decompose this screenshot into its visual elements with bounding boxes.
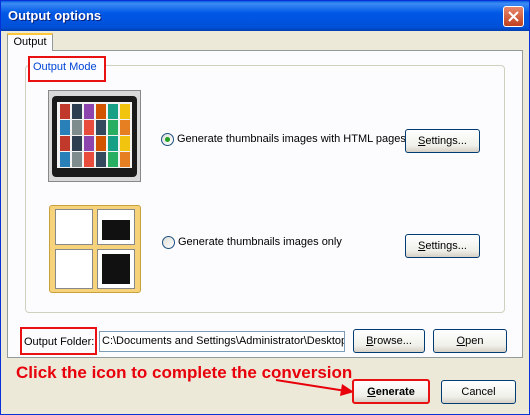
html-pages-preview-image: [48, 90, 141, 182]
book-cover: [72, 152, 82, 167]
output-mode-label: Output Mode: [28, 56, 106, 82]
book-cover: [120, 120, 130, 135]
arrow-icon: [275, 379, 354, 396]
book-cover: [120, 136, 130, 151]
book-cover: [72, 104, 82, 119]
close-icon: [508, 11, 519, 22]
book-cover: [84, 104, 94, 119]
book-cover: [108, 104, 118, 119]
book-cover: [108, 136, 118, 151]
book-cover: [60, 120, 70, 135]
browse-button[interactable]: Browse...: [353, 329, 425, 353]
book-cover: [96, 152, 106, 167]
html-pages-settings-button[interactable]: Settings...: [405, 129, 480, 153]
tab-output[interactable]: Output: [7, 33, 53, 51]
close-button[interactable]: [503, 6, 524, 27]
output-options-dialog: Output options Output Output Mode Genera…: [0, 0, 530, 415]
book-cover: [72, 136, 82, 151]
thumbnails-only-radio[interactable]: [162, 236, 175, 249]
book-cover: [96, 104, 106, 119]
book-cover: [84, 120, 94, 135]
book-cover: [60, 136, 70, 151]
title-bar[interactable]: Output options: [1, 1, 529, 31]
book-cover: [84, 136, 94, 151]
cancel-button[interactable]: Cancel: [441, 380, 516, 404]
book-cover: [96, 120, 106, 135]
book-cover: [60, 152, 70, 167]
book-cover: [60, 104, 70, 119]
book-cover: [96, 136, 106, 151]
window-title: Output options: [8, 8, 102, 23]
book-cover: [72, 120, 82, 135]
book-cover: [108, 120, 118, 135]
book-cover: [84, 152, 94, 167]
thumbnails-only-settings-button[interactable]: Settings...: [405, 234, 480, 258]
html-pages-radio[interactable]: [161, 133, 174, 146]
generate-button[interactable]: Generate: [352, 379, 430, 404]
book-cover: [120, 104, 130, 119]
output-folder-input[interactable]: C:\Documents and Settings\Administrator\…: [99, 331, 345, 352]
output-folder-label: Output Folder:: [20, 327, 97, 355]
open-button[interactable]: Open: [433, 329, 507, 353]
book-cover: [120, 152, 130, 167]
thumbnails-only-option-label: Generate thumbnails images only: [178, 236, 342, 248]
thumbnails-only-preview-image: [49, 201, 141, 293]
html-pages-option-label: Generate thumbnails images with HTML pag…: [177, 133, 406, 145]
book-cover: [108, 152, 118, 167]
